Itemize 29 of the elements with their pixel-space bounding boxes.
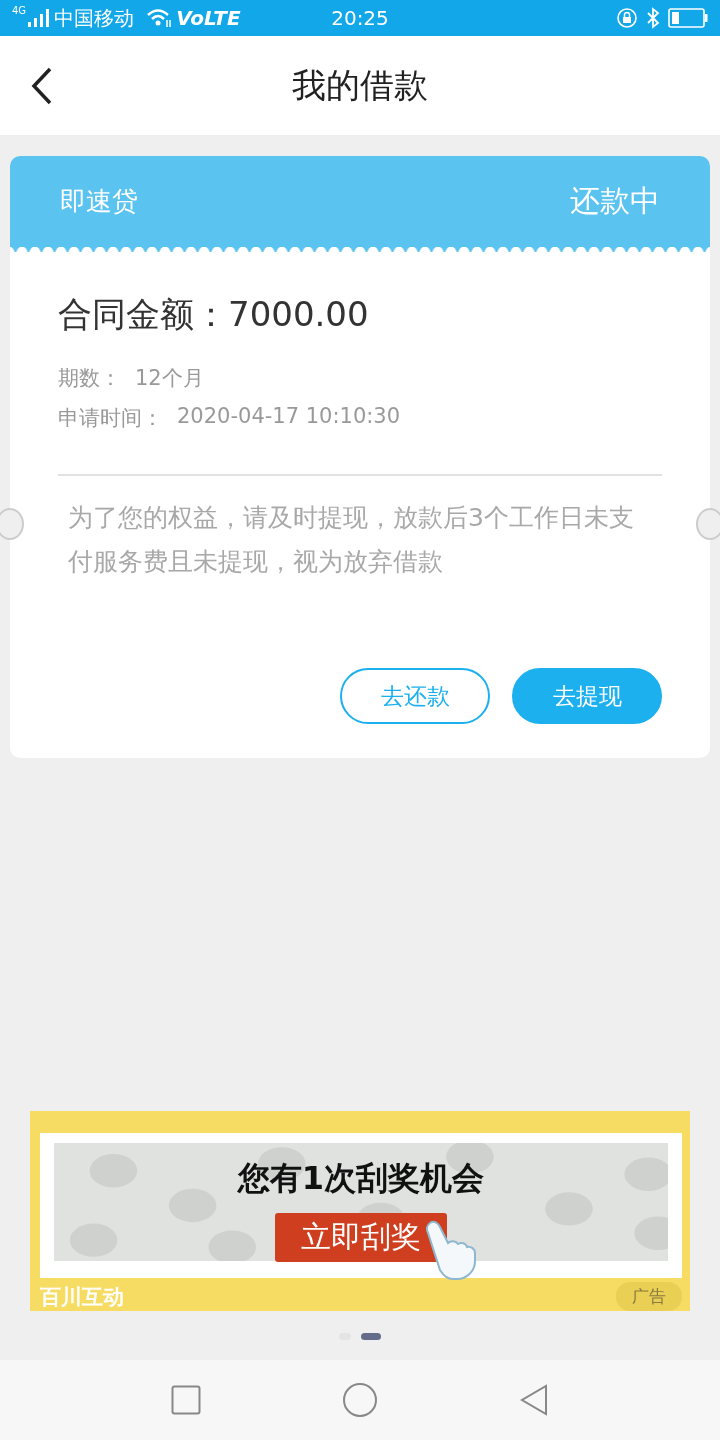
clock: 20:25 — [331, 6, 389, 30]
network-label: VoLTE — [176, 6, 241, 30]
contract-amount: 合同金额：7000.00 — [58, 293, 370, 336]
network-type: 4G — [12, 5, 27, 16]
home-icon[interactable] — [342, 1382, 378, 1418]
back-icon[interactable] — [30, 66, 54, 105]
ad-brand: 百川互动 — [40, 1283, 124, 1311]
wifi-icon — [146, 8, 173, 28]
loan-status: 还款中 — [570, 181, 660, 220]
recents-icon[interactable] — [170, 1385, 201, 1415]
ad-tag: 广告 — [616, 1282, 682, 1311]
rotation-lock-icon — [616, 7, 638, 29]
notice-text: 为了您的权益，请及时提现，放款后3个工作日未支付服务费且未提现，视为放弃借款 — [67, 502, 635, 578]
detail-value: 2020-04-17 10:10:30 — [177, 404, 401, 430]
withdraw-button[interactable]: 去提现 — [512, 668, 662, 724]
bluetooth-icon — [646, 7, 660, 29]
repay-button[interactable]: 去还款 — [340, 668, 490, 724]
ad-banner[interactable]: 您有1次刮奖机会 立即刮奖 百川互动 广告 — [30, 1111, 690, 1311]
detail-label: 申请时间： — [58, 405, 163, 432]
scratch-button[interactable]: 立即刮奖 — [275, 1213, 447, 1262]
carrier-name: 中国移动 — [54, 4, 135, 32]
detail-label: 期数： — [58, 365, 121, 392]
detail-value: 12个月 — [135, 365, 204, 392]
product-name: 即速贷 — [60, 184, 138, 218]
ad-headline: 您有1次刮奖机会 — [237, 1158, 485, 1199]
battery-icon — [668, 8, 708, 28]
hand-pointer-icon — [424, 1219, 478, 1281]
page-title: 我的借款 — [292, 63, 428, 107]
signal-icon — [28, 9, 51, 27]
